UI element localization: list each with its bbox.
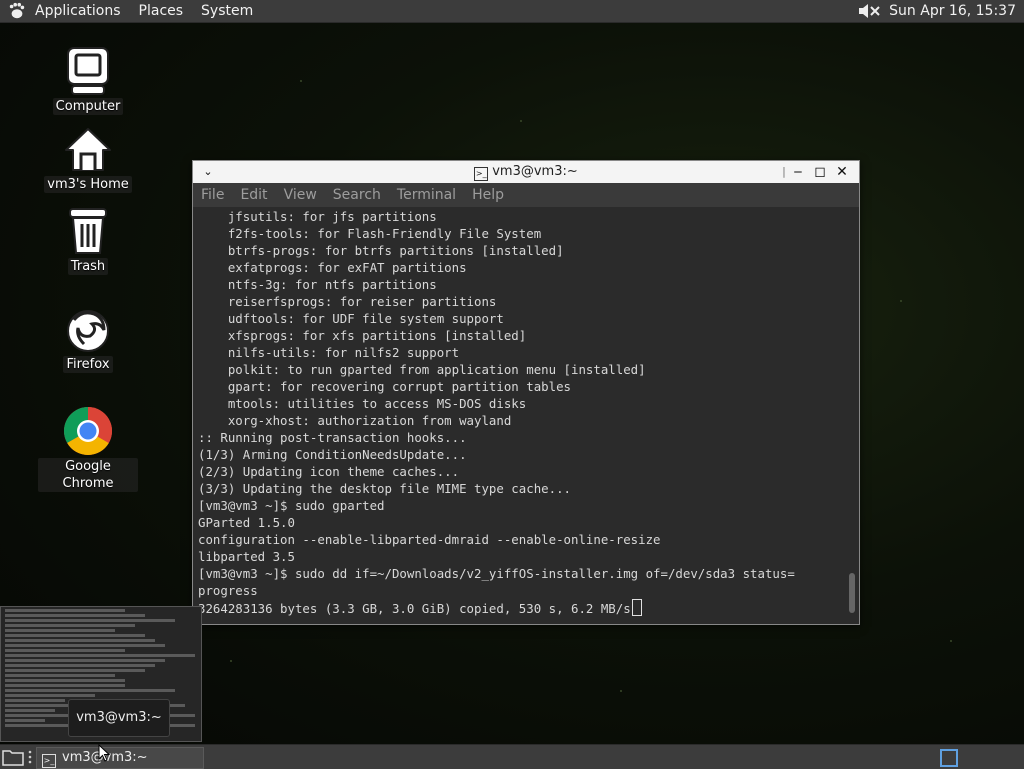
terminal-line: 3264283136 bytes (3.3 GB, 3.0 GiB) copie… <box>198 599 840 616</box>
top-panel: Applications Places System Sun Apr 16, 1… <box>0 0 1024 23</box>
text-cursor <box>631 599 642 616</box>
thumbnail-line <box>5 709 55 712</box>
terminal-line: exfatprogs: for exFAT partitions <box>198 260 467 275</box>
taskbar-terminal-button[interactable]: >_vm3@vm3:~ <box>36 747 204 769</box>
terminal-line: (2/3) Updating icon theme caches... <box>198 464 460 479</box>
mouse-pointer-icon <box>98 744 110 762</box>
close-button[interactable]: ✕ <box>833 163 851 181</box>
thumbnail-line <box>5 634 145 637</box>
thumbnail-line <box>5 694 95 697</box>
menu-places[interactable]: Places <box>130 0 193 22</box>
scrollbar-thumb[interactable] <box>849 573 855 613</box>
terminal-line: (3/3) Updating the desktop file MIME typ… <box>198 481 571 496</box>
thumbnail-line <box>5 684 125 687</box>
thumbnail-line <box>5 689 175 692</box>
terminal-line: :: Running post-transaction hooks... <box>198 430 467 445</box>
menu-help[interactable]: Help <box>464 187 512 203</box>
terminal-line: [vm3@vm3 ~]$ sudo gparted <box>198 498 385 513</box>
thumbnail-line <box>5 674 115 677</box>
terminal-line: ntfs-3g: for ntfs partitions <box>198 277 437 292</box>
trash-icon <box>69 208 107 254</box>
thumbnail-line <box>5 719 45 722</box>
thumbnail-line <box>5 664 155 667</box>
workspace-switcher[interactable] <box>940 749 958 767</box>
terminal-line: progress <box>198 583 258 598</box>
terminal-window[interactable]: ⌄ >_ vm3@vm3:~ | ‒ ◻ ✕ File Edit View Sea… <box>192 160 860 625</box>
desktop-icon-chrome[interactable]: Google Chrome <box>38 406 138 492</box>
thumbnail-line <box>5 629 115 632</box>
thumbnail-line <box>5 609 125 612</box>
desktop-icon-trash[interactable]: Trash <box>38 206 138 275</box>
desktop-icon-home[interactable]: vm3's Home <box>38 126 138 193</box>
menu-system[interactable]: System <box>192 0 262 22</box>
desktop-icon-label: Firefox <box>63 356 113 373</box>
terminal-icon: >_ <box>474 167 489 181</box>
terminal-menubar: File Edit View Search Terminal Help <box>193 183 859 207</box>
terminal-icon: >_ <box>42 754 56 768</box>
terminal-line: udftools: for UDF file system support <box>198 311 504 326</box>
terminal-line: [vm3@vm3 ~]$ sudo dd if=~/Downloads/v2_y… <box>198 566 795 581</box>
terminal-scrollbar[interactable] <box>847 208 855 619</box>
desktop-icon-label: Google Chrome <box>38 458 138 492</box>
computer-icon <box>67 47 109 95</box>
menu-applications[interactable]: Applications <box>26 0 130 22</box>
thumbnail-line <box>5 654 195 657</box>
terminal-line: xfsprogs: for xfs partitions [installed] <box>198 328 527 343</box>
thumbnail-line <box>5 639 155 642</box>
terminal-line: reiserfsprogs: for reiser partitions <box>198 294 497 309</box>
gnome-foot-icon[interactable] <box>8 2 26 20</box>
thumbnail-line <box>5 679 125 682</box>
taskbar-tooltip: vm3@vm3:~ <box>68 699 170 737</box>
thumbnail-line <box>5 624 135 627</box>
menu-view[interactable]: View <box>276 187 325 203</box>
volume-muted-icon[interactable] <box>857 2 883 20</box>
drag-handle-icon[interactable] <box>27 750 33 764</box>
terminal-line: GParted 1.5.0 <box>198 515 295 530</box>
terminal-line: btrfs-progs: for btrfs partitions [insta… <box>198 243 564 258</box>
thumbnail-line <box>5 614 145 617</box>
desktop-icon-computer[interactable]: Computer <box>38 46 138 115</box>
terminal-line: gpart: for recovering corrupt partition … <box>198 379 571 394</box>
thumbnail-line <box>5 699 65 702</box>
terminal-line: polkit: to run gparted from application … <box>198 362 646 377</box>
desktop-icon-label: vm3's Home <box>44 176 132 193</box>
terminal-line: configuration --enable-libparted-dmraid … <box>198 532 661 547</box>
home-icon <box>65 128 111 171</box>
show-desktop-icon[interactable] <box>2 748 24 766</box>
bottom-panel: >_vm3@vm3:~ <box>0 744 1024 769</box>
terminal-line: mtools: utilities to access MS-DOS disks <box>198 396 527 411</box>
desktop-icon-label: Computer <box>52 98 124 115</box>
terminal-line: f2fs-tools: for Flash-Friendly File Syst… <box>198 226 542 241</box>
thumbnail-line <box>5 669 145 672</box>
terminal-output[interactable]: jfsutils: for jfs partitions f2fs-tools:… <box>198 208 840 619</box>
firefox-icon <box>67 310 109 352</box>
terminal-line: jfsutils: for jfs partitions <box>198 209 437 224</box>
maximize-button[interactable]: ◻ <box>811 163 829 181</box>
terminal-line: xorg-xhost: authorization from wayland <box>198 413 512 428</box>
thumbnail-line <box>5 619 175 622</box>
menu-search[interactable]: Search <box>325 187 389 203</box>
terminal-line: nilfs-utils: for nilfs2 support <box>198 345 460 360</box>
thumbnail-line <box>5 644 165 647</box>
clock[interactable]: Sun Apr 16, 15:37 <box>889 3 1016 19</box>
thumbnail-line <box>5 659 165 662</box>
thumbnail-line <box>5 649 125 652</box>
terminal-line: libparted 3.5 <box>198 549 295 564</box>
menu-file[interactable]: File <box>193 187 232 203</box>
terminal-line: (1/3) Arming ConditionNeedsUpdate... <box>198 447 467 462</box>
desktop-icon-firefox[interactable]: Firefox <box>38 306 138 373</box>
terminal-titlebar[interactable]: ⌄ >_ vm3@vm3:~ | ‒ ◻ ✕ <box>193 161 859 183</box>
chrome-icon <box>63 407 113 456</box>
minimize-button[interactable]: ‒ <box>789 163 807 181</box>
menu-edit[interactable]: Edit <box>232 187 275 203</box>
menu-terminal[interactable]: Terminal <box>389 187 464 203</box>
window-title: >_ vm3@vm3:~ <box>474 164 578 181</box>
desktop-icon-label: Trash <box>67 258 109 275</box>
